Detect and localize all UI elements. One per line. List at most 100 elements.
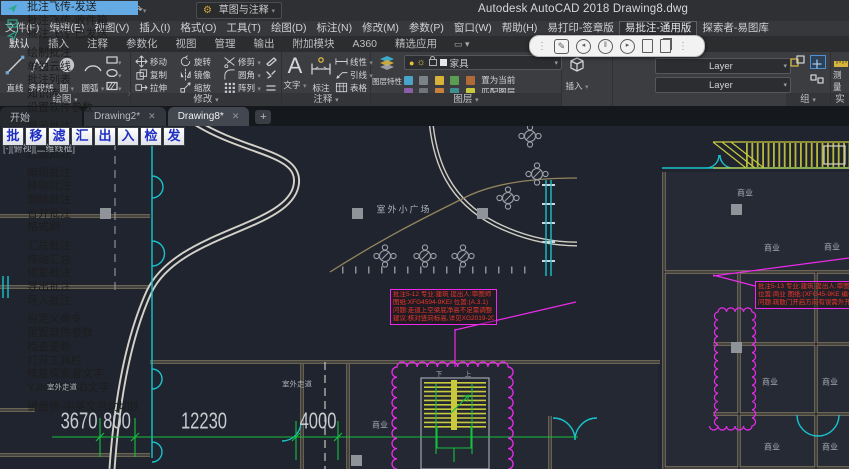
ribbon-tab-附加模块[interactable]: 附加模块 xyxy=(284,36,344,52)
ribbon-display-toggle-icon[interactable]: ▭ ▾ xyxy=(446,36,478,52)
layers-panel-footer[interactable]: 图层 ▾ xyxy=(371,93,561,106)
measure-label[interactable]: 测量 xyxy=(833,69,849,93)
menu-item-7[interactable]: 绘图(D) xyxy=(266,22,312,35)
menu-item-重置软件参数[interactable]: 重置软件参数 xyxy=(1,327,138,341)
menu-item-5[interactable]: 格式(O) xyxy=(175,22,221,35)
plugin-button-移[interactable]: 移 xyxy=(25,127,47,146)
menu-item-绘制批注[interactable]: 绘制批注 xyxy=(1,47,138,61)
modify-panel-footer[interactable]: 修改 ▾ xyxy=(131,93,281,106)
menu-item-修复探索者文字[interactable]: 修复探索者文字 xyxy=(1,368,138,382)
plugin-button-出[interactable]: 出 xyxy=(94,127,116,146)
close-icon[interactable]: ✕ xyxy=(232,111,240,122)
menu-item-13[interactable]: 易打印-签章版 xyxy=(542,22,619,35)
layer-properties-button[interactable]: 图层特性 xyxy=(372,54,402,86)
menu-item-知识库[interactable]: 知识库› xyxy=(1,88,138,102)
ribbon-tab-输出[interactable]: 输出 xyxy=(245,36,284,52)
menu-item-导入批注[interactable]: 导入批注 xyxy=(1,295,138,309)
menu-item-11[interactable]: 窗口(W) xyxy=(449,22,497,35)
annotate-tool-引线[interactable]: 引线 ▾ xyxy=(335,68,373,81)
edit-note-icon[interactable]: ✎ xyxy=(554,39,569,54)
menu-item-修复批注[interactable]: 修复批注 xyxy=(1,267,138,281)
modify-tool-修剪[interactable]: 修剪 ▾ xyxy=(223,55,261,68)
menu-item-删除批注[interactable]: 删除批注 xyxy=(1,194,138,208)
annotation-text-line: 图纸:XFG4594-9KEI 位置:(A.3.1) xyxy=(393,299,494,307)
annotate-panel-footer[interactable]: 注释 ▾ xyxy=(282,93,370,106)
plugin-button-汇[interactable]: 汇 xyxy=(71,127,93,146)
ribbon-tab-精选应用[interactable]: 精选应用 xyxy=(386,36,446,52)
dimension-value: 4000 xyxy=(300,408,337,435)
document-copy-icon[interactable] xyxy=(660,39,671,53)
document-icon[interactable] xyxy=(642,39,653,53)
drawing-label: 下 xyxy=(436,368,443,378)
new-tab-button[interactable]: + xyxy=(255,110,271,124)
group-edit-icon[interactable] xyxy=(810,55,826,69)
menu-item-合并批注[interactable]: 合并批注 xyxy=(1,208,138,222)
menu-item-4[interactable]: 插入(I) xyxy=(134,22,175,35)
back-icon[interactable]: ◂ xyxy=(576,39,591,54)
pause-icon[interactable]: ‖ xyxy=(598,39,613,54)
modify-tool-旋转[interactable]: 旋转 xyxy=(179,55,211,68)
forward-icon[interactable]: ▸ xyxy=(620,39,635,54)
drag-handle-icon[interactable]: ⋮ xyxy=(678,41,688,52)
modify-tool-圆角[interactable]: 圆角 ▾ xyxy=(223,68,261,81)
text-tool[interactable]: A 文字 ▾ xyxy=(282,54,308,91)
annotate-tool-线性[interactable]: 线性 ▾ xyxy=(335,55,373,68)
menu-item-格式刷[interactable]: 格式刷 xyxy=(1,221,138,235)
plugin-button-发[interactable]: 发 xyxy=(163,127,185,146)
drag-handle-icon[interactable]: ⋮ xyxy=(537,41,547,52)
lightbulb-icon[interactable]: ● xyxy=(409,58,414,68)
menu-item-14[interactable]: 易批注-通用版 xyxy=(619,21,698,36)
menu-item-打开工具栏[interactable]: 打开工具栏 xyxy=(1,355,138,369)
menu-item-单独云线[interactable]: 单独云线 xyxy=(1,61,138,75)
menu-item-批注飞传-收件箱[interactable]: 批注飞传-收件箱 xyxy=(1,15,138,29)
menu-item-15[interactable]: 探索者-易图库 xyxy=(697,22,774,35)
color-dropdown[interactable]: Layer▾ xyxy=(655,58,791,74)
ribbon-tab-管理[interactable]: 管理 xyxy=(206,36,245,52)
annotation-text-line: 批注5-12 专业:建筑 提出人:审图师 xyxy=(393,291,494,299)
plugin-button-检[interactable]: 检 xyxy=(140,127,162,146)
menu-item-批注飞传-发送[interactable]: 批注飞传-发送 xyxy=(1,1,138,15)
modify-tool-镜像[interactable]: 镜像 xyxy=(179,68,211,81)
menu-item-9[interactable]: 修改(M) xyxy=(357,22,404,35)
menu-item-12[interactable]: 帮助(H) xyxy=(497,22,543,35)
plugin-button-滤[interactable]: 滤 xyxy=(48,127,70,146)
menu-item-汇总批注[interactable]: 汇总批注 xyxy=(1,240,138,254)
ribbon-tab-A360[interactable]: A360 xyxy=(344,36,387,52)
plugin-button-批[interactable]: 批 xyxy=(2,127,24,146)
menu-item-移动批注[interactable]: 移动批注 xyxy=(1,180,138,194)
menu-item-导出批注[interactable]: 导出批注 xyxy=(1,281,138,295)
menu-item-批注列表[interactable]: 批注列表 xyxy=(1,74,138,88)
menu-item-检查更新[interactable]: 检查更新 xyxy=(1,341,138,355)
group-panel-footer[interactable]: 组 ▾ xyxy=(786,93,830,106)
explode-tool-icon[interactable] xyxy=(265,69,277,81)
layer-color-swatch[interactable] xyxy=(440,59,447,66)
dimension-tool[interactable]: 标注 xyxy=(308,54,334,94)
erase-tool-icon[interactable] xyxy=(265,56,277,68)
drawing-label: 商业 xyxy=(737,188,753,199)
group-create-icon[interactable] xyxy=(790,55,806,74)
menu-item-自定义命令[interactable]: 自定义命令 xyxy=(1,313,138,327)
ungroup-icon[interactable] xyxy=(810,72,824,90)
menu-item-编辑批注[interactable]: 编辑批注 xyxy=(1,167,138,181)
menu-item-6[interactable]: 工具(T) xyxy=(222,22,266,35)
layer-tools-row-1: 置为当前 xyxy=(404,72,515,83)
ribbon-tab-视图[interactable]: 视图 xyxy=(167,36,206,52)
layer-dropdown[interactable]: ● ☼ 家具 ▾ xyxy=(404,55,562,70)
utilities-panel-footer[interactable]: 实用工 xyxy=(831,93,849,106)
modify-tool-复制[interactable]: 复制 xyxy=(135,68,167,81)
modify-tool-移动[interactable]: 移动 xyxy=(135,55,167,68)
insert-block-button[interactable]: 插入 ▾ xyxy=(564,54,590,92)
menu-item-10[interactable]: 参数(P) xyxy=(404,22,449,35)
plugin-button-入[interactable]: 入 xyxy=(117,127,139,146)
menu-item-移动汇总[interactable]: 移动汇总 xyxy=(1,254,138,268)
menu-item-设置软件参数[interactable]: 设置软件参数 xyxy=(1,102,138,116)
close-icon[interactable]: ✕ xyxy=(148,111,156,122)
menu-item-批注飞传-已发送[interactable]: 批注飞传-已发送 xyxy=(1,28,138,42)
menu-item-8[interactable]: 标注(N) xyxy=(312,22,358,35)
sun-icon[interactable]: ☼ xyxy=(416,57,425,68)
workspace-selector[interactable]: ⚙ 草图与注释 ▾ xyxy=(196,2,282,19)
linetype-dropdown[interactable]: Layer▾ xyxy=(655,77,791,93)
annotation-text-line: 问题:疏散门开启方向有误需外开 xyxy=(758,299,849,307)
lock-icon[interactable] xyxy=(429,59,437,66)
file-tab-Drawing8[interactable]: Drawing8*✕ xyxy=(168,107,250,126)
